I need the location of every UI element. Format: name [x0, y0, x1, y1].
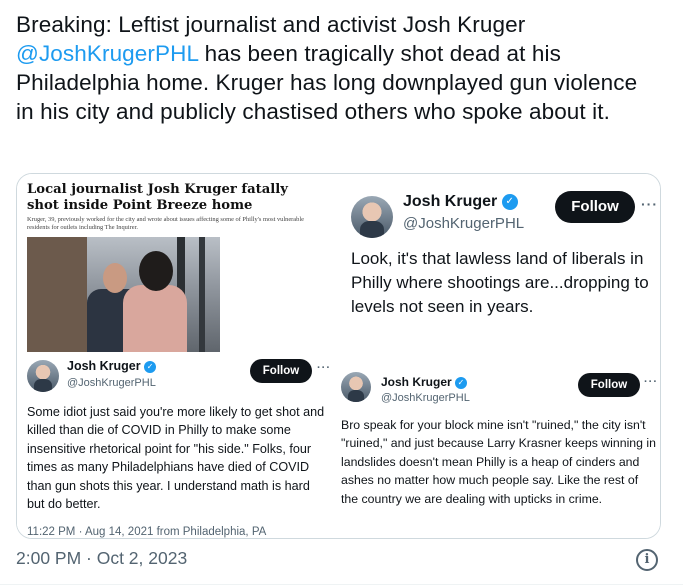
news-subhead: Kruger, 39, previously worked for the ci…: [27, 216, 304, 231]
embedded-tweet-bottom-left: Josh Kruger ✓ @JoshKrugerPHL Follow ··· …: [17, 352, 333, 538]
photo-woman: [123, 285, 187, 354]
display-name-text: Josh Kruger: [403, 193, 498, 210]
follow-button[interactable]: Follow: [250, 359, 312, 383]
avatar: [341, 372, 371, 402]
tweet-body: Look, it's that lawless land of liberals…: [351, 249, 649, 316]
photo-man-head: [103, 263, 127, 293]
divider: [0, 584, 683, 585]
mention-link[interactable]: @JoshKrugerPHL: [16, 41, 198, 66]
display-name: Josh Kruger ✓: [403, 193, 518, 211]
verified-badge-icon: ✓: [144, 360, 157, 373]
more-options-icon[interactable]: ···: [317, 362, 331, 374]
tweet-body: Bro speak for your block mine isn't "rui…: [341, 418, 656, 506]
verified-badge-icon: ✓: [455, 376, 468, 389]
avatar: [351, 196, 393, 238]
follow-button[interactable]: Follow: [578, 373, 640, 397]
news-photo: [27, 237, 220, 354]
handle: @JoshKrugerPHL: [403, 215, 525, 232]
more-options-icon[interactable]: ···: [644, 376, 658, 388]
handle: @JoshKrugerPHL: [381, 392, 470, 404]
tweet-text-start: Breaking: Leftist journalist and activis…: [16, 12, 526, 37]
news-headline: Local journalist Josh Kruger fatally sho…: [27, 182, 288, 213]
media-image[interactable]: Local journalist Josh Kruger fatally sho…: [16, 173, 661, 539]
display-name: Josh Kruger ✓: [381, 375, 468, 389]
tweet-timestamp[interactable]: 2:00 PM · Oct 2, 2023: [16, 548, 187, 569]
embedded-tweet-top-right: Josh Kruger ✓ @JoshKrugerPHL Follow ··· …: [333, 174, 660, 354]
more-options-icon[interactable]: ···: [641, 196, 658, 212]
follow-button[interactable]: Follow: [555, 191, 635, 223]
photo-post-2: [199, 237, 205, 354]
verified-badge-icon: ✓: [501, 193, 518, 210]
avatar: [27, 360, 59, 392]
photo-building: [27, 237, 87, 354]
tweet-text: Breaking: Leftist journalist and activis…: [16, 10, 656, 126]
info-icon[interactable]: i: [636, 549, 658, 571]
photo-woman-hair: [139, 251, 173, 291]
display-name: Josh Kruger ✓: [67, 359, 157, 373]
handle: @JoshKrugerPHL: [67, 377, 156, 389]
display-name-text: Josh Kruger: [67, 359, 141, 373]
tweet-body: Some idiot just said you're more likely …: [27, 405, 325, 512]
embedded-tweet-bottom-right: Josh Kruger ✓ @JoshKrugerPHL Follow ··· …: [333, 354, 660, 538]
display-name-text: Josh Kruger: [381, 375, 452, 389]
tweet-timestamp: 11:22 PM · Aug 14, 2021 from Philadelphi…: [27, 526, 267, 538]
